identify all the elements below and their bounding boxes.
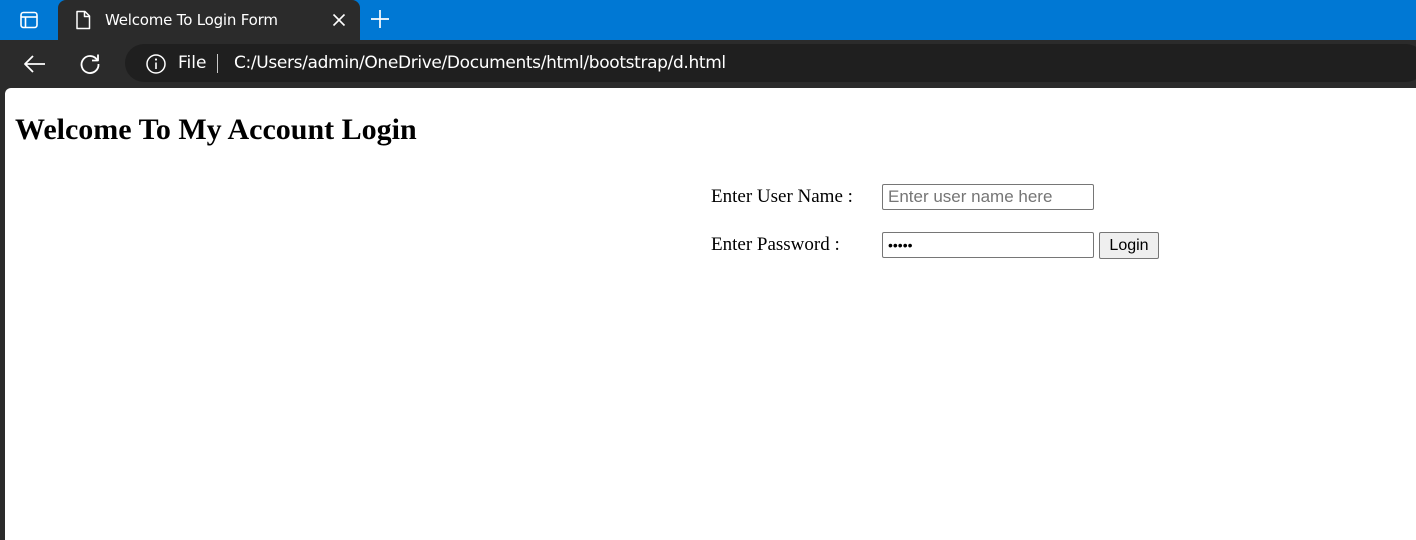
reload-icon[interactable] — [77, 51, 103, 77]
password-label: Enter Password : — [711, 234, 840, 255]
close-icon[interactable] — [330, 11, 348, 29]
info-icon[interactable] — [145, 53, 167, 75]
url-text[interactable]: C:/Users/admin/OneDrive/Documents/html/b… — [234, 53, 726, 73]
page-title: Welcome To My Account Login — [15, 113, 417, 146]
divider — [217, 54, 218, 73]
back-arrow-icon[interactable] — [22, 52, 48, 76]
scheme-label[interactable]: File — [178, 53, 206, 73]
plus-icon[interactable] — [369, 8, 391, 30]
page-icon — [74, 10, 92, 30]
username-label: Enter User Name : — [711, 186, 853, 207]
browser-toolbar: File C:/Users/admin/OneDrive/Documents/h… — [0, 40, 1416, 88]
tab-title: Welcome To Login Form — [105, 11, 278, 29]
page-viewport: Welcome To My Account Login Enter User N… — [5, 88, 1416, 540]
tab-actions-icon[interactable] — [18, 9, 40, 31]
login-button[interactable]: Login — [1099, 232, 1159, 259]
tab-strip: Welcome To Login Form — [0, 0, 1416, 40]
tab-active[interactable]: Welcome To Login Form — [58, 0, 360, 40]
username-input[interactable] — [882, 184, 1094, 210]
address-bar[interactable]: File C:/Users/admin/OneDrive/Documents/h… — [125, 44, 1416, 82]
password-input[interactable] — [882, 232, 1094, 258]
